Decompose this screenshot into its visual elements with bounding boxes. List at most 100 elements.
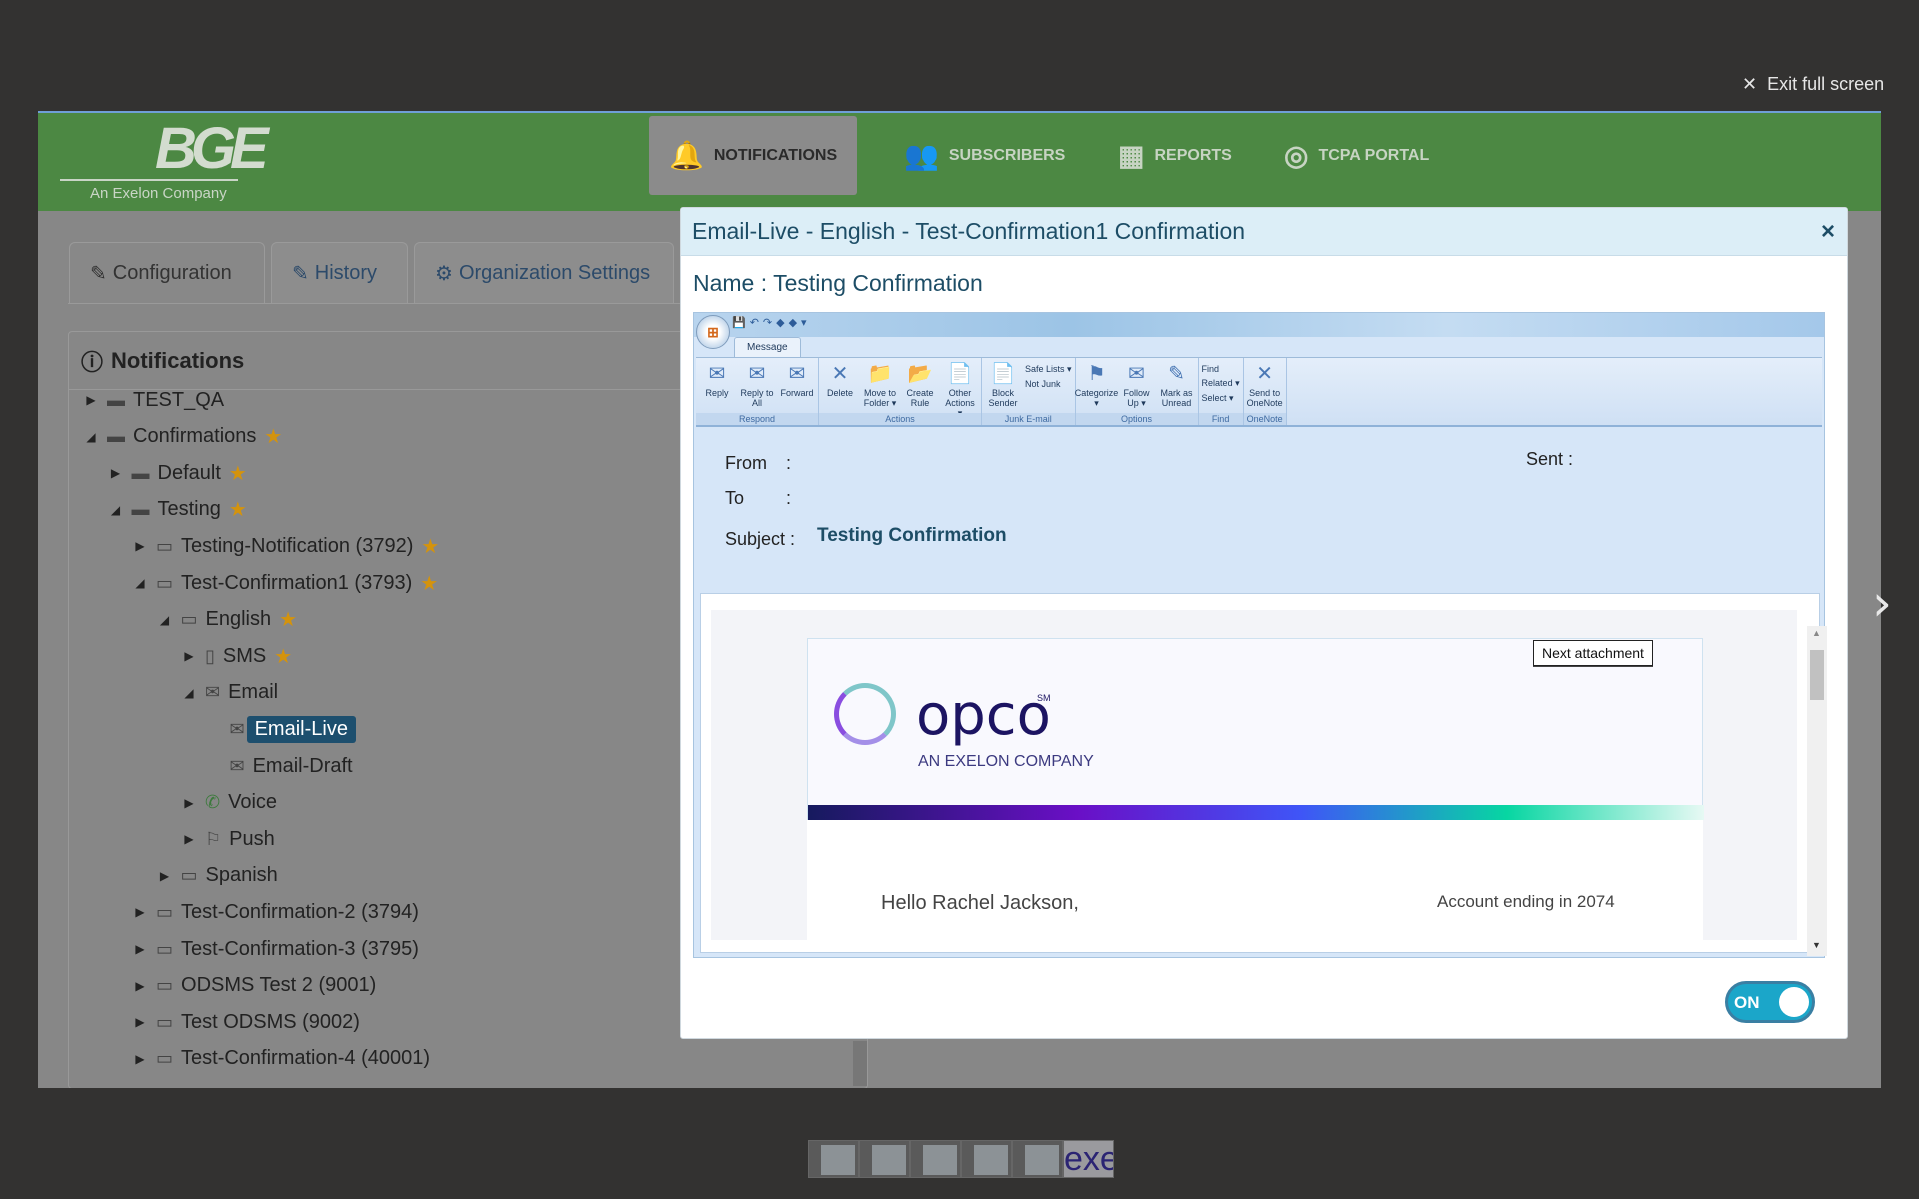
tree-item[interactable]: ◢ ✉ Email <box>181 677 278 709</box>
caret-down-icon[interactable]: ◢ <box>157 613 173 627</box>
subject-value: Testing Confirmation <box>817 525 1007 546</box>
tab-configuration[interactable]: ✎ Configuration <box>69 242 265 304</box>
ribbon-group: ✕ Send to OneNote OneNote <box>1243 358 1287 425</box>
scroll-down-icon[interactable]: ▼ <box>1812 940 1821 950</box>
tree-item[interactable]: ▶ ▯ SMS ★ <box>181 640 292 672</box>
outlook-titlebar <box>694 313 1824 337</box>
tree-item[interactable]: ▶ ▭ ODSMS Test 2 (9001) <box>132 970 376 1002</box>
sent-label: Sent : <box>1526 449 1574 469</box>
tree-item[interactable]: ✉ Email-Draft <box>206 750 353 782</box>
caret-right-icon[interactable]: ▶ <box>132 1052 148 1066</box>
ribbon-group: ⚑ Categorize ▾ ✉ Follow Up ▾ ✎ Mark as Unread… <box>1075 358 1199 425</box>
nav-subscribers[interactable]: 👥 SUBSCRIBERS <box>884 116 1085 195</box>
thumbnail[interactable]: exe <box>1063 1140 1114 1178</box>
ribbon-small-button[interactable]: Related ▾ <box>1202 378 1240 389</box>
nav-reports[interactable]: ▦ REPORTS <box>1098 116 1252 195</box>
on-off-toggle[interactable]: ON <box>1725 981 1815 1023</box>
opco-tagline: AN EXELON COMPANY <box>918 753 1094 770</box>
thumbnail[interactable] <box>859 1140 910 1178</box>
tab-label: Organization Settings <box>458 262 651 284</box>
caret-right-icon[interactable]: ▶ <box>108 466 124 480</box>
caret-right-icon[interactable]: ▶ <box>181 832 197 846</box>
caret-down-icon[interactable]: ◢ <box>181 686 197 700</box>
ribbon-small-button[interactable]: Safe Lists ▾ <box>1025 364 1072 375</box>
exit-fullscreen-button[interactable]: ✕ Exit full screen <box>1742 74 1884 95</box>
tree-item[interactable]: ◢ ▬ Confirmations ★ <box>83 421 282 453</box>
envelope-icon: ✉ <box>229 755 245 776</box>
email-scrollbar[interactable]: ▲ ▼ <box>1807 626 1827 956</box>
users-icon: 👥 <box>904 140 939 171</box>
tree-item[interactable]: ✉ Email-Live <box>206 713 356 745</box>
modal-header: Email-Live - English - Test-Confirmation… <box>681 208 1847 256</box>
ribbon-small-button[interactable]: Select ▾ <box>1202 393 1240 404</box>
next-chevron-icon[interactable]: › <box>1872 574 1892 632</box>
tree-item-label: Test-Confirmation-4 (40001) <box>181 1047 431 1070</box>
ribbon-small-button[interactable]: Not Junk <box>1025 379 1072 389</box>
tree-item[interactable]: ▶ ▭ Test-Confirmation-4 (40001) <box>132 1043 430 1075</box>
scroll-thumb[interactable] <box>1810 650 1824 700</box>
tree-item[interactable]: ▶ ▬ TEST_QA <box>83 384 224 416</box>
tree-item[interactable]: ◢ ▬ Testing ★ <box>108 494 247 526</box>
caret-right-icon[interactable]: ▶ <box>132 979 148 993</box>
bge-logo[interactable]: BGE An Exelon Company <box>60 115 269 207</box>
tree-item-label: Testing-Notification (3792) <box>181 534 414 557</box>
thumbnail[interactable] <box>808 1140 859 1178</box>
office-button-icon[interactable]: ⊞ <box>696 315 730 349</box>
panel-scrollbar[interactable] <box>853 1041 867 1086</box>
caret-down-icon[interactable]: ◢ <box>83 430 99 444</box>
tree-item-label: Default <box>157 461 221 484</box>
tree-item-label: Voice <box>228 791 278 814</box>
close-button[interactable]: × <box>1821 218 1835 246</box>
caret-right-icon[interactable]: ▶ <box>157 869 173 883</box>
account-ending: Account ending in 2074 <box>1437 892 1615 911</box>
ribbon-group: ✉ Reply ✉ Reply to All ✉ Forward Respond <box>696 358 819 425</box>
caret-right-icon[interactable]: ▶ <box>83 393 99 407</box>
star-icon: ★ <box>228 462 247 485</box>
tree-item[interactable]: ▶ ▭ Spanish <box>157 860 278 892</box>
quick-access-toolbar[interactable]: 💾↶↷◆◆▾ <box>732 316 811 329</box>
thumbnail[interactable] <box>961 1140 1012 1178</box>
tree-item[interactable]: ◢ ▭ English ★ <box>157 604 297 636</box>
tree-item[interactable]: ▶ ✆ Voice <box>181 787 277 819</box>
nav-tcpa-portal[interactable]: ◎ TCPA PORTAL <box>1264 116 1449 195</box>
caret-down-icon[interactable]: ◢ <box>132 576 148 590</box>
caret-right-icon[interactable]: ▶ <box>181 796 197 810</box>
tab-label: Configuration <box>112 262 232 284</box>
folder-open-icon: ▭ <box>156 1048 174 1069</box>
tree-item[interactable]: ▶ ▭ Test ODSMS (9002) <box>132 1006 360 1038</box>
ribbon-button-label: Send to OneNote <box>1246 388 1283 408</box>
ribbon-icon: 📄 <box>990 363 1016 385</box>
scroll-up-icon[interactable]: ▲ <box>1812 628 1821 638</box>
tree-item[interactable]: ▶ ▬ Default ★ <box>108 457 247 489</box>
tab-history[interactable]: ✎ History <box>271 242 408 304</box>
close-icon: ✕ <box>1742 74 1758 94</box>
caret-right-icon[interactable]: ▶ <box>132 539 148 553</box>
tree-item-label: Test-Confirmation1 (3793) <box>181 571 413 594</box>
tree-item[interactable]: ▶ ▭ Testing-Notification (3792) ★ <box>132 530 439 562</box>
tree-item[interactable]: ▶ ▭ Test-Confirmation-3 (3795) <box>132 933 419 965</box>
caret-down-icon[interactable]: ◢ <box>108 503 124 517</box>
caret-right-icon[interactable]: ▶ <box>181 649 197 663</box>
ribbon-icon: ✉ <box>788 363 806 385</box>
ribbon-tab-message[interactable]: Message <box>734 337 801 357</box>
folder-open-icon: ▭ <box>156 975 174 996</box>
tree-item[interactable]: ▶ ⚐ Push <box>181 823 274 855</box>
tree-item[interactable]: ▶ ▭ Test-Confirmation-2 (3794) <box>132 896 419 928</box>
ribbon-icon: ✉ <box>708 363 726 385</box>
modal-title: Email-Live - English - Test-Confirmation… <box>692 218 1246 244</box>
ribbon-group-label: Options <box>1075 413 1198 425</box>
folder-open-icon: ▭ <box>180 609 198 630</box>
star-icon: ★ <box>228 499 247 522</box>
nav-notifications[interactable]: 🔔 NOTIFICATIONS <box>649 116 858 195</box>
caret-right-icon[interactable]: ▶ <box>132 905 148 919</box>
thumbnail[interactable] <box>1012 1140 1063 1178</box>
ribbon-small-button[interactable]: Find <box>1202 364 1240 374</box>
tree-item-label: Email <box>228 681 279 704</box>
thumbnail[interactable] <box>910 1140 961 1178</box>
caret-right-icon[interactable]: ▶ <box>132 942 148 956</box>
tree-item-label: Email-Draft <box>252 754 353 777</box>
tab-organization-settings[interactable]: ⚙ Organization Settings <box>414 242 674 304</box>
tree-item[interactable]: ◢ ▭ Test-Confirmation1 (3793) ★ <box>132 567 438 599</box>
caret-right-icon[interactable]: ▶ <box>132 1015 148 1029</box>
table-icon: ▦ <box>1118 140 1145 171</box>
